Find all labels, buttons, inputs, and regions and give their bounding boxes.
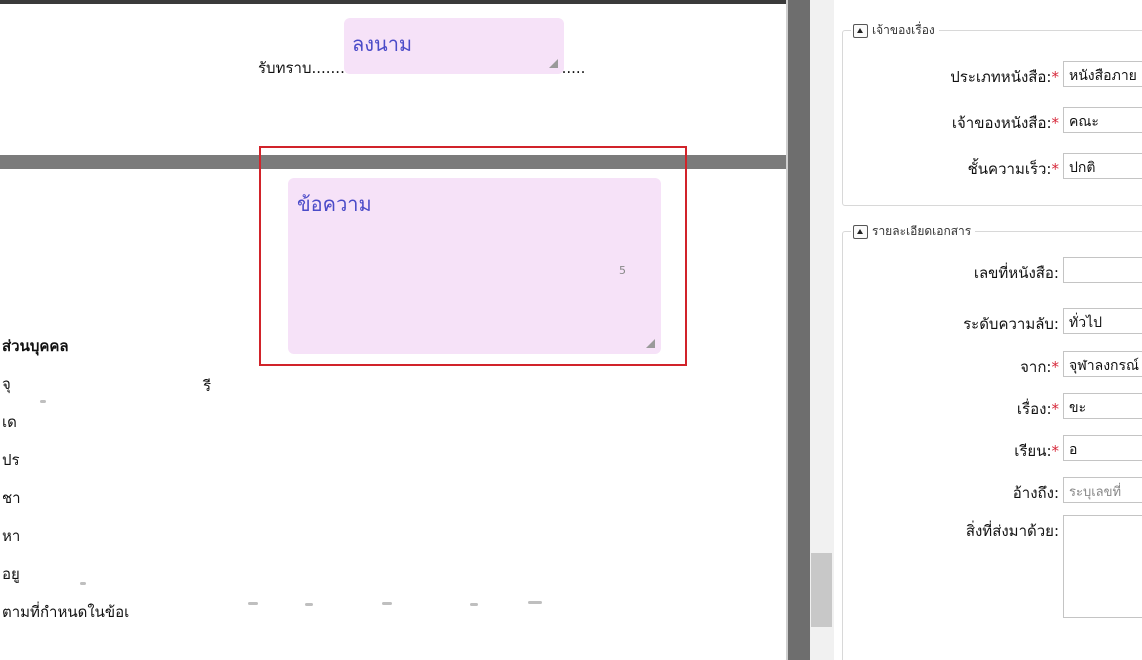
required-mark: * — [1051, 400, 1060, 418]
scrollbar-thumb[interactable] — [811, 553, 832, 627]
redaction-mark — [470, 603, 478, 606]
document-text-line: หา — [2, 527, 21, 545]
acknowledge-label: รับทราบ — [258, 59, 312, 77]
form-row-secrecy: ระดับความลับ: ทั่วไป — [843, 308, 1142, 334]
required-mark: * — [1051, 160, 1060, 178]
form-row-reference: อ้างถึง: ระบุเลขที่ — [843, 477, 1142, 503]
signature-placeholder: ลงนาม — [352, 32, 413, 56]
form-row-from: จาก:* จุฬาลงกรณ์ — [843, 351, 1142, 377]
splitter-bar[interactable] — [788, 0, 810, 660]
reference-label: อ้างถึง: — [1012, 484, 1059, 502]
document-preview-pane: รับทราบ.......................... ลงนาม … — [0, 0, 788, 660]
redaction-mark — [40, 400, 46, 403]
doc-owner-label: เจ้าของหนังสือ:* — [952, 111, 1059, 135]
document-text-line: ชา — [2, 489, 21, 507]
resize-grip-icon[interactable] — [549, 59, 558, 68]
document-text-line: เด — [2, 413, 17, 431]
doc-type-select[interactable]: หนังสือภาย — [1063, 61, 1142, 87]
secrecy-label: ระดับความลับ: — [963, 315, 1059, 333]
subject-label-text: เรื่อง: — [1016, 400, 1052, 418]
from-label: จาก:* — [1020, 355, 1059, 379]
doc-owner-label-text: เจ้าของหนังสือ: — [951, 114, 1052, 132]
doc-type-label: ประเภทหนังสือ:* — [950, 65, 1059, 89]
details-fieldset: รายละเอียดเอกสาร เลขที่หนังสือ: ระดับควา… — [842, 222, 1142, 660]
secrecy-select[interactable]: ทั่วไป — [1063, 308, 1142, 334]
form-row-speed: ชั้นความเร็ว:* ปกติ — [843, 153, 1142, 179]
collapse-up-icon[interactable] — [853, 224, 868, 239]
reference-input[interactable]: ระบุเลขที่ — [1063, 477, 1142, 503]
collapse-up-icon[interactable] — [853, 23, 868, 38]
required-mark: * — [1051, 442, 1060, 460]
to-label-text: เรียน: — [1014, 442, 1052, 460]
document-text-line: อยู — [2, 565, 20, 583]
form-row-doc-number: เลขที่หนังสือ: — [843, 257, 1142, 283]
doc-type-label-text: ประเภทหนังสือ: — [950, 68, 1052, 86]
to-label: เรียน:* — [1014, 439, 1059, 463]
speed-label: ชั้นความเร็ว:* — [968, 157, 1059, 181]
redaction-mark — [382, 602, 392, 605]
speed-select[interactable]: ปกติ — [1063, 153, 1142, 179]
owner-fieldset-legend: เจ้าของเรื่อง — [851, 21, 939, 40]
subject-input[interactable]: ขะ — [1063, 393, 1142, 419]
doc-number-label: เลขที่หนังสือ: — [973, 264, 1059, 282]
redaction-mark — [528, 601, 542, 604]
details-fieldset-legend: รายละเอียดเอกสาร — [851, 222, 976, 241]
signature-field[interactable]: ลงนาม — [344, 18, 564, 74]
form-row-subject: เรื่อง:* ขะ — [843, 393, 1142, 419]
redaction-mark — [80, 582, 86, 585]
document-text-line: ส่วนบุคคล — [2, 337, 69, 355]
to-input[interactable]: อ — [1063, 435, 1142, 461]
speed-label-text: ชั้นความเร็ว: — [967, 160, 1052, 178]
owner-legend-text: เจ้าของเรื่อง — [872, 23, 935, 37]
required-mark: * — [1051, 358, 1060, 376]
from-input[interactable]: จุฬาลงกรณ์ — [1063, 351, 1142, 377]
form-row-doc-owner: เจ้าของหนังสือ:* คณะ — [843, 107, 1142, 133]
document-text-line: ปร — [2, 451, 20, 469]
document-form-panel: เจ้าของเรื่อง ประเภทหนังสือ:* หนังสือภาย… — [834, 0, 1142, 660]
owner-fieldset: เจ้าของเรื่อง ประเภทหนังสือ:* หนังสือภาย… — [842, 21, 1142, 206]
from-label-text: จาก: — [1020, 358, 1052, 376]
attachments-label: สิ่งที่ส่งมาด้วย: — [965, 522, 1059, 540]
document-text-fragment: รี — [203, 377, 212, 395]
form-row-doc-type: ประเภทหนังสือ:* หนังสือภาย — [843, 61, 1142, 87]
document-text-line: ตามที่กำหนดในข้อเ — [2, 603, 130, 621]
redaction-mark — [248, 602, 258, 605]
required-mark: * — [1051, 68, 1060, 86]
highlight-annotation-box — [259, 146, 687, 366]
form-row-attachments: สิ่งที่ส่งมาด้วย: — [843, 515, 1142, 618]
details-legend-text: รายละเอียดเอกสาร — [872, 224, 972, 238]
document-text-line: จุ — [2, 375, 11, 393]
redaction-mark — [305, 603, 313, 606]
doc-number-input[interactable] — [1063, 257, 1142, 283]
doc-owner-select[interactable]: คณะ — [1063, 107, 1142, 133]
form-row-to: เรียน:* อ — [843, 435, 1142, 461]
attachments-textarea[interactable] — [1063, 515, 1142, 618]
document-top-border — [0, 0, 788, 4]
subject-label: เรื่อง:* — [1017, 397, 1059, 421]
required-mark: * — [1051, 114, 1060, 132]
